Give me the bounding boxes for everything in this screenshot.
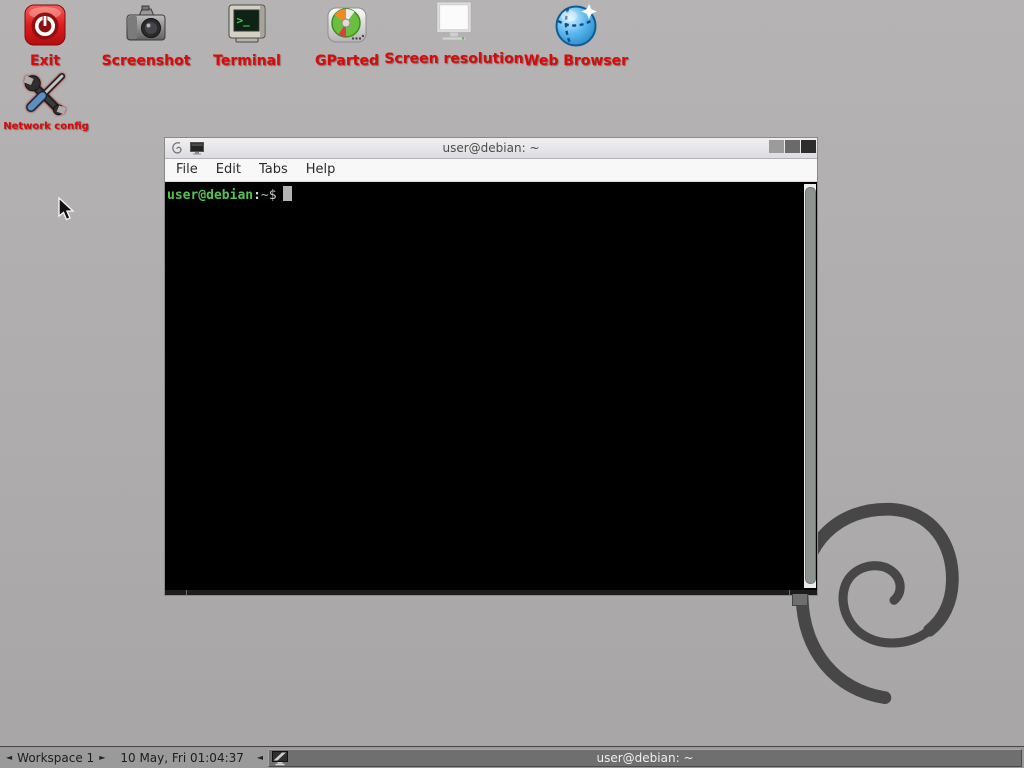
monitor-icon [431, 0, 477, 46]
workspace-prev-arrow[interactable]: ◄ [3, 747, 15, 768]
desktop-icon-label: Network config [3, 121, 89, 132]
taskbar: ◄ Workspace 1 ► 10 May, Fri 01:04:37 ◄ ►… [0, 746, 1024, 768]
crt-terminal-icon: >_ [224, 2, 270, 48]
minimize-button[interactable] [769, 140, 784, 153]
scrollbar-thumb[interactable] [805, 187, 816, 584]
mouse-cursor [57, 197, 76, 223]
maximize-button[interactable] [785, 140, 800, 153]
terminal-scrollbar[interactable] [804, 184, 816, 588]
taskbar-window-button[interactable]: user@debian: ~ [268, 749, 1022, 767]
taskbar-clock: 10 May, Fri 01:04:37 [120, 751, 244, 765]
taskbar-window-button-label: user@debian: ~ [269, 751, 1021, 765]
desktop-icon-label: Terminal [213, 53, 281, 69]
window-prev-arrow[interactable]: ◄ [254, 747, 266, 768]
desktop-icon-label: Screenshot [102, 53, 191, 69]
tools-icon [23, 70, 69, 116]
desktop-icon-label: GParted [315, 53, 379, 69]
desktop-icon-label: Web Browser [524, 53, 628, 69]
globe-icon [553, 2, 599, 48]
shell-prompt: user@debian:~$ [167, 188, 277, 203]
border-notch [186, 590, 187, 595]
prompt-path: ~ [261, 188, 269, 203]
workspace-switcher[interactable]: Workspace 1 [15, 751, 96, 765]
prompt-colon: : [253, 188, 261, 203]
menu-edit[interactable]: Edit [207, 159, 250, 181]
desktop-icon-label: Exit [30, 53, 60, 69]
border-notch [789, 590, 790, 595]
window-resize-handle[interactable] [792, 594, 808, 606]
desktop-icon-web-browser[interactable]: Web Browser [516, 2, 636, 69]
power-icon [22, 2, 68, 48]
desktop-icon-screen-resolution[interactable]: Screen resolution [384, 0, 524, 67]
camera-icon [123, 2, 169, 48]
desktop-icon-label: Screen resolution [384, 51, 523, 67]
window-titlebar[interactable]: user@debian: ~ [165, 138, 817, 159]
terminal-cursor [283, 186, 292, 201]
terminal-window: user@debian: ~ File Edit Tabs Help user@… [164, 137, 818, 596]
svg-text:>_: >_ [237, 14, 251, 27]
terminal-content[interactable]: user@debian:~$ [165, 182, 817, 590]
taskbar-window-monitor-icon [272, 751, 288, 766]
menu-help[interactable]: Help [297, 159, 345, 181]
terminal-menubar: File Edit Tabs Help [165, 159, 817, 182]
prompt-user: user@debian [167, 188, 253, 203]
window-bottom-border [165, 590, 817, 595]
desktop-icon-network-config[interactable]: Network config [0, 70, 106, 132]
window-title: user@debian: ~ [165, 141, 817, 155]
menu-file[interactable]: File [167, 159, 207, 181]
prompt-dollar: $ [269, 188, 277, 203]
disk-partition-icon [324, 2, 370, 48]
workspace-next-arrow[interactable]: ► [96, 747, 108, 768]
close-button[interactable] [801, 140, 816, 153]
menu-tabs[interactable]: Tabs [250, 159, 297, 181]
